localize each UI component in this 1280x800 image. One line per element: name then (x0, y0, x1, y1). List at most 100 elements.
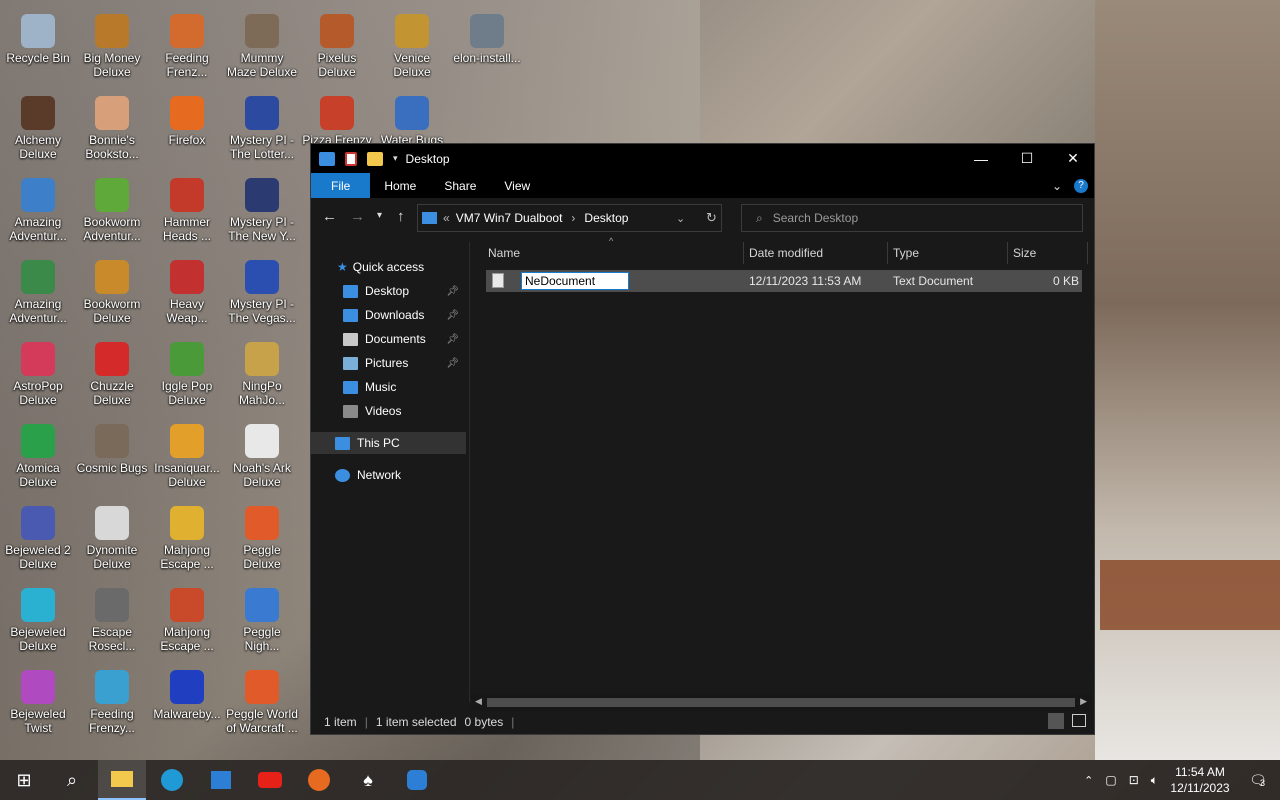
desktop-icon[interactable]: NingPo MahJo... (224, 336, 300, 407)
clock[interactable]: 11:54 AM 12/11/2023 (1164, 764, 1236, 796)
desktop-icon[interactable]: Mystery PI - The Lotter... (224, 90, 300, 161)
taskbar-edge[interactable] (148, 760, 196, 800)
desktop-icon[interactable]: Bookworm Adventur... (74, 172, 150, 243)
action-center-button[interactable]: 🗨︎ 3 (1236, 772, 1280, 789)
volume-muted-icon[interactable]: 🔈︎ (1151, 773, 1158, 788)
search-button[interactable]: ⌕ (48, 760, 96, 800)
search-box[interactable]: ⌕ Search Desktop (741, 204, 1083, 232)
start-button[interactable]: ⊞ (0, 760, 48, 800)
desktop-icon[interactable]: Amazing Adventur... (0, 254, 76, 325)
desktop-icon[interactable]: Dynomite Deluxe (74, 500, 150, 571)
column-header-type[interactable]: Type (893, 242, 919, 264)
desktop-icon[interactable]: Cosmic Bugs (74, 418, 150, 475)
desktop-icon[interactable]: Pizza Frenzy (299, 90, 375, 147)
pin-icon[interactable]: 📌︎ (446, 358, 459, 369)
desktop-icon[interactable]: Chuzzle Deluxe (74, 336, 150, 407)
search-input[interactable]: Search Desktop (773, 211, 858, 225)
desktop-icon[interactable]: Mummy Maze Deluxe (224, 8, 300, 79)
desktop-icon[interactable]: Atomica Deluxe (0, 418, 76, 489)
taskbar-store[interactable] (197, 760, 245, 800)
file-row[interactable]: NeDocument 12/11/2023 11:53 AM Text Docu… (486, 270, 1082, 292)
desktop-icon[interactable]: Mahjong Escape ... (149, 500, 225, 571)
column-separator[interactable] (887, 242, 888, 264)
desktop-icon[interactable]: Bejeweled Deluxe (0, 582, 76, 653)
expand-ribbon-icon[interactable]: ⌄ (1052, 179, 1062, 193)
taskbar-youtube[interactable] (246, 760, 294, 800)
desktop-icon[interactable]: Feeding Frenz... (149, 8, 225, 79)
desktop-icon[interactable]: Escape Rosecl... (74, 582, 150, 653)
desktop-icon[interactable]: Noah's Ark Deluxe (224, 418, 300, 489)
desktop-icon[interactable]: Firefox (149, 90, 225, 147)
file-explorer-window[interactable]: ▾ Desktop — ☐ ✕ File Home Share View ⌄ ?… (310, 143, 1095, 735)
breadcrumb-chevron-icon[interactable]: › (571, 211, 575, 225)
taskbar-file-explorer[interactable] (98, 760, 146, 800)
desktop-icon[interactable]: Peggle World of Warcraft ... (224, 664, 300, 735)
properties-icon[interactable] (345, 151, 357, 166)
large-icons-view-icon[interactable] (1072, 714, 1086, 727)
desktop-icon[interactable]: Bookworm Deluxe (74, 254, 150, 325)
column-header-date[interactable]: Date modified (749, 242, 823, 264)
desktop-icon[interactable]: Mahjong Escape ... (149, 582, 225, 653)
maximize-button[interactable]: ☐ (1004, 144, 1050, 173)
refresh-icon[interactable]: ↻ (706, 210, 717, 226)
desktop-icon[interactable]: Big Money Deluxe (74, 8, 150, 79)
chevron-down-icon[interactable]: ▾ (393, 153, 398, 164)
breadcrumb-overflow[interactable]: « (443, 211, 450, 225)
sidebar-item-pictures[interactable]: Pictures 📌︎ (343, 352, 467, 374)
tab-file[interactable]: File (311, 173, 371, 198)
desktop-icon[interactable]: Pixelus Deluxe (299, 8, 375, 79)
pin-icon[interactable]: 📌︎ (446, 334, 459, 345)
meet-now-icon[interactable]: ▢ (1105, 773, 1116, 787)
minimize-button[interactable]: — (958, 144, 1004, 173)
sidebar-item-documents[interactable]: Documents 📌︎ (343, 328, 467, 350)
desktop-icon[interactable]: elon-install... (449, 8, 525, 65)
desktop-icon[interactable]: Peggle Deluxe (224, 500, 300, 571)
back-button[interactable]: ← (322, 208, 337, 225)
desktop-icon[interactable]: Heavy Weap... (149, 254, 225, 325)
desktop-icon[interactable]: Bejeweled Twist (0, 664, 76, 735)
recent-locations-button[interactable]: ▾ (377, 210, 382, 221)
desktop-icon[interactable]: Mystery PI - The New Y... (224, 172, 300, 243)
column-separator[interactable] (743, 242, 744, 264)
forward-button[interactable]: → (350, 208, 365, 225)
tab-home[interactable]: Home (370, 173, 430, 198)
sidebar-item-videos[interactable]: Videos (343, 400, 467, 422)
rename-input[interactable]: NeDocument (521, 272, 629, 290)
address-bar[interactable]: « VM7 Win7 Dualboot › Desktop ⌄ ↻ (417, 204, 722, 232)
help-icon[interactable]: ? (1074, 178, 1088, 193)
address-dropdown-icon[interactable]: ⌄ (676, 212, 685, 225)
details-view-icon[interactable] (1048, 713, 1064, 729)
close-button[interactable]: ✕ (1050, 144, 1096, 173)
desktop-icon[interactable]: AstroPop Deluxe (0, 336, 76, 407)
up-button[interactable]: ↑ (397, 208, 405, 225)
scroll-right-icon[interactable]: ▶ (1080, 696, 1087, 707)
taskbar-solitaire[interactable]: ♠ (344, 760, 392, 800)
sidebar-item-quick-access[interactable]: ★ Quick access (337, 256, 424, 278)
desktop-icon[interactable]: Insaniquar... Deluxe (149, 418, 225, 489)
desktop-icon[interactable]: Feeding Frenzy... (74, 664, 150, 735)
desktop-icon[interactable]: Hammer Heads ... (149, 172, 225, 243)
desktop-icon[interactable]: Alchemy Deluxe (0, 90, 76, 161)
network-status-icon[interactable]: ⊡ (1129, 773, 1139, 787)
column-separator[interactable] (1007, 242, 1008, 264)
tab-view[interactable]: View (490, 173, 544, 198)
new-folder-icon[interactable] (367, 151, 383, 166)
show-hidden-icons-icon[interactable]: ⌃ (1084, 774, 1093, 787)
desktop-icon[interactable]: Venice Deluxe (374, 8, 450, 79)
desktop-icon[interactable]: Mystery PI - The Vegas... (224, 254, 300, 325)
column-separator[interactable] (1087, 242, 1088, 264)
desktop-icon[interactable]: Bejeweled 2 Deluxe (0, 500, 76, 571)
pin-icon[interactable]: 📌︎ (446, 286, 459, 297)
sidebar-item-network[interactable]: Network (335, 464, 401, 486)
title-bar[interactable]: ▾ Desktop — ☐ ✕ (311, 144, 1094, 173)
scroll-left-icon[interactable]: ◀ (475, 696, 482, 707)
column-header-name[interactable]: Name (488, 242, 520, 264)
desktop-icon[interactable]: Malwareby... (149, 664, 225, 721)
tab-share[interactable]: Share (430, 173, 490, 198)
desktop-icon[interactable]: Peggle Nigh... (224, 582, 300, 653)
desktop-icon[interactable]: Amazing Adventur... (0, 172, 76, 243)
taskbar-firefox[interactable] (295, 760, 343, 800)
sidebar-item-music[interactable]: Music (343, 376, 467, 398)
taskbar-app[interactable] (393, 760, 441, 800)
breadcrumb-current[interactable]: Desktop (584, 211, 628, 225)
